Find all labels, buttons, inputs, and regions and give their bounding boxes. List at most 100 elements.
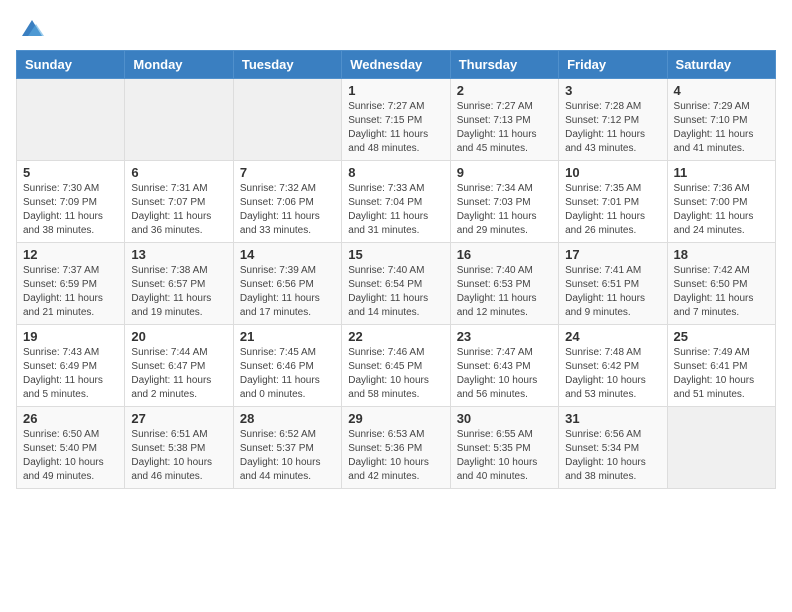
day-number: 30 [457,411,552,426]
calendar-week-row: 1 Sunrise: 7:27 AM Sunset: 7:15 PM Daylig… [17,79,776,161]
calendar-week-row: 26 Sunrise: 6:50 AM Sunset: 5:40 PM Dayli… [17,407,776,489]
calendar-cell [125,79,233,161]
day-number: 21 [240,329,335,344]
calendar-cell: 22 Sunrise: 7:46 AM Sunset: 6:45 PM Dayli… [342,325,450,407]
day-info: Sunrise: 7:35 AM Sunset: 7:01 PM Dayligh… [565,182,660,238]
day-number: 12 [23,247,118,262]
day-number: 23 [457,329,552,344]
calendar-cell: 6 Sunrise: 7:31 AM Sunset: 7:07 PM Daylig… [125,161,233,243]
day-info: Sunrise: 7:27 AM Sunset: 7:13 PM Dayligh… [457,100,552,156]
calendar-header-row: SundayMondayTuesdayWednesdayThursdayFrid… [17,51,776,79]
page-header [16,16,776,40]
day-number: 16 [457,247,552,262]
day-number: 3 [565,83,660,98]
calendar-week-row: 19 Sunrise: 7:43 AM Sunset: 6:49 PM Dayli… [17,325,776,407]
day-info: Sunrise: 6:55 AM Sunset: 5:35 PM Dayligh… [457,428,552,484]
calendar-week-row: 5 Sunrise: 7:30 AM Sunset: 7:09 PM Daylig… [17,161,776,243]
calendar-cell: 2 Sunrise: 7:27 AM Sunset: 7:13 PM Daylig… [450,79,558,161]
calendar-cell: 10 Sunrise: 7:35 AM Sunset: 7:01 PM Dayli… [559,161,667,243]
calendar-cell: 24 Sunrise: 7:48 AM Sunset: 6:42 PM Dayli… [559,325,667,407]
day-info: Sunrise: 6:56 AM Sunset: 5:34 PM Dayligh… [565,428,660,484]
day-number: 7 [240,165,335,180]
calendar-cell: 23 Sunrise: 7:47 AM Sunset: 6:43 PM Dayli… [450,325,558,407]
calendar-cell: 3Sunrise: 7:28 AM Sunset: 7:12 PM Daylig… [559,79,667,161]
day-info: Sunrise: 7:30 AM Sunset: 7:09 PM Dayligh… [23,182,118,238]
calendar-cell: 5 Sunrise: 7:30 AM Sunset: 7:09 PM Daylig… [17,161,125,243]
day-info: Sunrise: 7:40 AM Sunset: 6:53 PM Dayligh… [457,264,552,320]
day-info: Sunrise: 7:42 AM Sunset: 6:50 PM Dayligh… [674,264,769,320]
day-number: 29 [348,411,443,426]
day-number: 13 [131,247,226,262]
day-of-week-header: Thursday [450,51,558,79]
day-number: 5 [23,165,118,180]
calendar-cell: 25Sunrise: 7:49 AM Sunset: 6:41 PM Dayli… [667,325,775,407]
day-info: Sunrise: 7:36 AM Sunset: 7:00 PM Dayligh… [674,182,769,238]
day-info: Sunrise: 7:45 AM Sunset: 6:46 PM Dayligh… [240,346,335,402]
calendar-cell: 27 Sunrise: 6:51 AM Sunset: 5:38 PM Dayli… [125,407,233,489]
day-info: Sunrise: 7:46 AM Sunset: 6:45 PM Dayligh… [348,346,443,402]
day-info: Sunrise: 7:32 AM Sunset: 7:06 PM Dayligh… [240,182,335,238]
day-number: 1 [348,83,443,98]
calendar-cell: 7 Sunrise: 7:32 AM Sunset: 7:06 PM Daylig… [233,161,341,243]
day-number: 10 [565,165,660,180]
day-number: 19 [23,329,118,344]
day-number: 17 [565,247,660,262]
day-info: Sunrise: 6:53 AM Sunset: 5:36 PM Dayligh… [348,428,443,484]
day-info: Sunrise: 7:27 AM Sunset: 7:15 PM Dayligh… [348,100,443,156]
day-number: 9 [457,165,552,180]
day-of-week-header: Monday [125,51,233,79]
day-info: Sunrise: 7:49 AM Sunset: 6:41 PM Dayligh… [674,346,769,402]
day-number: 2 [457,83,552,98]
day-number: 4 [674,83,769,98]
day-info: Sunrise: 7:34 AM Sunset: 7:03 PM Dayligh… [457,182,552,238]
calendar-cell: 4Sunrise: 7:29 AM Sunset: 7:10 PM Daylig… [667,79,775,161]
calendar-cell: 16 Sunrise: 7:40 AM Sunset: 6:53 PM Dayli… [450,243,558,325]
day-number: 15 [348,247,443,262]
day-number: 27 [131,411,226,426]
day-number: 11 [674,165,769,180]
day-info: Sunrise: 7:47 AM Sunset: 6:43 PM Dayligh… [457,346,552,402]
day-number: 24 [565,329,660,344]
day-of-week-header: Wednesday [342,51,450,79]
logo-icon [20,16,44,40]
day-number: 14 [240,247,335,262]
day-number: 20 [131,329,226,344]
calendar-cell: 9 Sunrise: 7:34 AM Sunset: 7:03 PM Daylig… [450,161,558,243]
calendar-cell: 15 Sunrise: 7:40 AM Sunset: 6:54 PM Dayli… [342,243,450,325]
calendar-cell: 26 Sunrise: 6:50 AM Sunset: 5:40 PM Dayli… [17,407,125,489]
calendar-cell: 29 Sunrise: 6:53 AM Sunset: 5:36 PM Dayli… [342,407,450,489]
day-number: 31 [565,411,660,426]
calendar-cell: 19 Sunrise: 7:43 AM Sunset: 6:49 PM Dayli… [17,325,125,407]
day-number: 6 [131,165,226,180]
logo [16,16,44,40]
calendar-cell: 12 Sunrise: 7:37 AM Sunset: 6:59 PM Dayli… [17,243,125,325]
day-info: Sunrise: 7:43 AM Sunset: 6:49 PM Dayligh… [23,346,118,402]
calendar-cell: 18 Sunrise: 7:42 AM Sunset: 6:50 PM Dayli… [667,243,775,325]
day-info: Sunrise: 6:51 AM Sunset: 5:38 PM Dayligh… [131,428,226,484]
calendar-cell: 20 Sunrise: 7:44 AM Sunset: 6:47 PM Dayli… [125,325,233,407]
day-of-week-header: Friday [559,51,667,79]
day-of-week-header: Saturday [667,51,775,79]
day-of-week-header: Tuesday [233,51,341,79]
day-info: Sunrise: 7:44 AM Sunset: 6:47 PM Dayligh… [131,346,226,402]
day-number: 18 [674,247,769,262]
calendar-week-row: 12 Sunrise: 7:37 AM Sunset: 6:59 PM Dayli… [17,243,776,325]
calendar-cell: 14Sunrise: 7:39 AM Sunset: 6:56 PM Dayli… [233,243,341,325]
day-info: Sunrise: 7:40 AM Sunset: 6:54 PM Dayligh… [348,264,443,320]
day-number: 22 [348,329,443,344]
calendar-cell [17,79,125,161]
day-info: Sunrise: 7:31 AM Sunset: 7:07 PM Dayligh… [131,182,226,238]
day-number: 8 [348,165,443,180]
calendar-cell: 30 Sunrise: 6:55 AM Sunset: 5:35 PM Dayli… [450,407,558,489]
day-info: Sunrise: 7:37 AM Sunset: 6:59 PM Dayligh… [23,264,118,320]
day-number: 26 [23,411,118,426]
calendar-cell: 11 Sunrise: 7:36 AM Sunset: 7:00 PM Dayli… [667,161,775,243]
calendar-cell: 17Sunrise: 7:41 AM Sunset: 6:51 PM Dayli… [559,243,667,325]
day-info: Sunrise: 6:50 AM Sunset: 5:40 PM Dayligh… [23,428,118,484]
calendar-cell: 31 Sunrise: 6:56 AM Sunset: 5:34 PM Dayli… [559,407,667,489]
calendar-cell [667,407,775,489]
day-info: Sunrise: 6:52 AM Sunset: 5:37 PM Dayligh… [240,428,335,484]
day-info: Sunrise: 7:48 AM Sunset: 6:42 PM Dayligh… [565,346,660,402]
day-info: Sunrise: 7:38 AM Sunset: 6:57 PM Dayligh… [131,264,226,320]
calendar-cell: 1 Sunrise: 7:27 AM Sunset: 7:15 PM Daylig… [342,79,450,161]
